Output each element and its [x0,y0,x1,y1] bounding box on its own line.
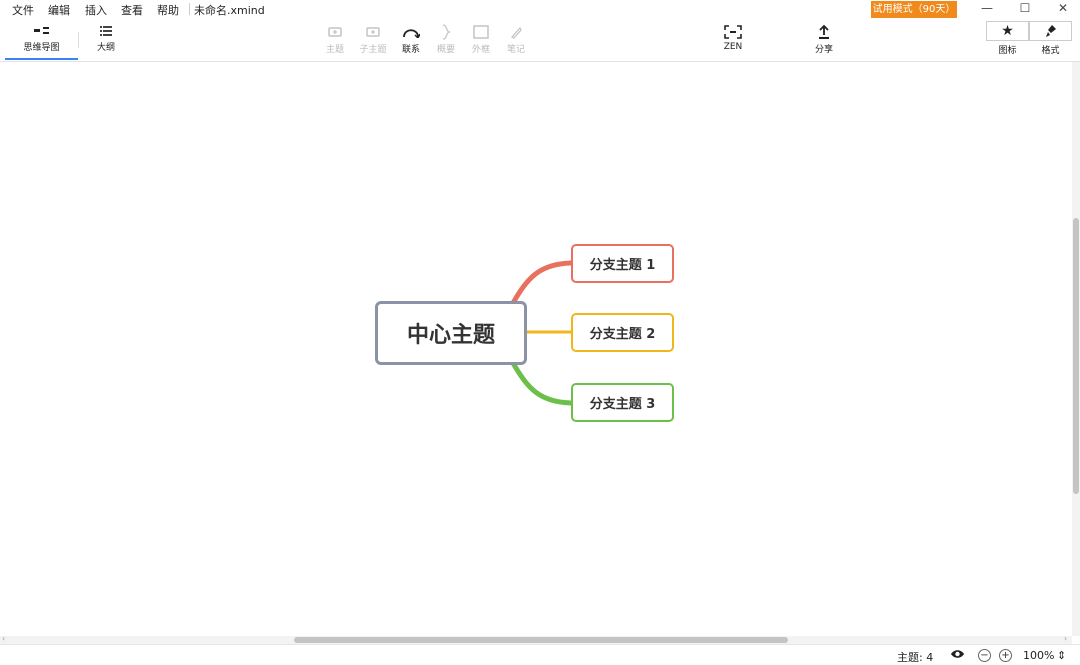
menu-bar: 文件 编辑 插入 查看 帮助 未命名.xmind 试用模式（90天） — ☐ ✕ [0,0,1080,18]
relationship-icon [391,22,431,42]
subtopic-button[interactable]: 子主题 [353,22,393,55]
icons-panel-label: 图标 [998,46,1017,56]
subtopic-icon [353,22,393,42]
zen-label: ZEN [723,42,743,52]
zoom-out-button[interactable]: − [978,649,991,662]
branch-topic-1[interactable]: 分支主题 1 [571,244,674,283]
tab-outline[interactable]: 大纲 [88,22,124,60]
boundary-label: 外框 [471,45,490,55]
vertical-scrollbar[interactable] [1072,62,1080,636]
topic-button[interactable]: 主题 [315,22,355,55]
menu-file[interactable]: 文件 [12,2,34,18]
trial-mode-badge[interactable]: 试用模式（90天） [871,1,957,18]
vertical-scroll-thumb[interactable] [1073,218,1079,494]
document-title: 未命名.xmind [194,4,265,17]
close-button[interactable]: ✕ [1048,0,1078,18]
boundary-button[interactable]: 外框 [461,22,501,55]
scroll-left-icon[interactable]: ‹ [2,634,5,643]
menu-divider [189,3,190,15]
branch-topic-2[interactable]: 分支主题 2 [571,313,674,352]
notes-button[interactable]: 笔记 [496,22,536,55]
mindmap-icon [5,22,78,40]
notes-label: 笔记 [506,45,525,55]
central-topic[interactable]: 中心主题 [375,301,527,365]
outline-icon [88,22,124,40]
tab-mindmap[interactable]: 思维导图 [5,22,78,60]
branch-connectors [510,260,574,406]
status-bar: 主题: 4 − + 100% ⇕ [0,644,1080,665]
zoom-level: 100% [1023,649,1055,662]
zen-button[interactable]: ZEN [713,22,753,52]
topic-count: 主题: 4 [897,651,934,664]
share-icon [804,22,844,42]
connector-branch-3 [510,360,574,406]
branch-topic-3[interactable]: 分支主题 3 [571,383,674,422]
eye-icon[interactable] [950,648,965,663]
horizontal-scrollbar[interactable]: ‹ › [0,634,1072,644]
connector-branch-1 [510,260,574,306]
relationship-button[interactable]: 联系 [391,22,431,55]
toolbar-divider [78,32,79,48]
format-panel-button[interactable] [1029,21,1072,41]
zoom-stepper-icon[interactable]: ⇕ [1057,649,1066,662]
share-label: 分享 [814,45,833,55]
menu-insert[interactable]: 插入 [85,2,107,18]
horizontal-scroll-thumb[interactable] [294,637,788,643]
tab-mindmap-label: 思维导图 [23,43,60,53]
summary-button[interactable]: 概要 [426,22,466,55]
zoom-in-button[interactable]: + [999,649,1012,662]
menu-help[interactable]: 帮助 [157,2,179,18]
format-panel-label: 格式 [1041,46,1060,56]
maximize-button[interactable]: ☐ [1010,0,1040,18]
topic-icon [315,22,355,42]
summary-label: 概要 [436,45,455,55]
menu-view[interactable]: 查看 [121,2,143,18]
star-icon: ★ [1001,23,1014,39]
share-button[interactable]: 分享 [804,22,844,55]
mindmap-canvas[interactable]: 中心主题 分支主题 1 分支主题 2 分支主题 3 [0,62,1072,636]
tab-outline-label: 大纲 [96,43,115,53]
scroll-right-icon[interactable]: › [1064,634,1067,643]
brush-icon [1045,25,1056,37]
icons-panel-button[interactable]: ★ [986,21,1029,41]
topic-label: 主题 [325,45,344,55]
boundary-icon [461,22,501,42]
relationship-label: 联系 [401,45,420,55]
minimize-button[interactable]: — [972,0,1002,18]
toolbar: 思维导图 大纲 主题 子主题 联系 概要 外框 笔记 ZEN 分享 ★ 图标 格… [0,18,1080,62]
subtopic-label: 子主题 [359,45,387,55]
menu-edit[interactable]: 编辑 [48,2,70,18]
zen-icon [713,22,753,42]
summary-icon [426,22,466,42]
notes-icon [496,22,536,42]
